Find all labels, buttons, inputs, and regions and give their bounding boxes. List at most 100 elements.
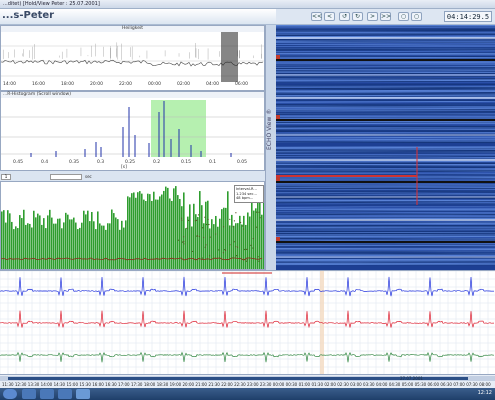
timeline-date-marker: 27.07.2001 [400, 376, 423, 381]
heart-rate-dot [209, 236, 211, 238]
timeline-tick-label: 14:00 [40, 382, 53, 387]
ecg-panel[interactable] [0, 270, 495, 375]
heart-rate-dot [236, 255, 238, 257]
ecg-trace [0, 351, 495, 363]
time-display: 04:14:29.5 [444, 11, 492, 22]
taskbar-app-icon-4[interactable] [76, 389, 90, 399]
title-bar: ...ditet) [Hold/View Peter : 25.07.2001] [0, 0, 495, 9]
heart-rate-bar [249, 216, 251, 269]
trend-tick-label: 16:00 [32, 82, 45, 87]
heart-rate-bar [25, 224, 27, 269]
heart-rate-dot [208, 223, 210, 226]
heart-rate-bar [65, 212, 67, 269]
ecg-trace [0, 276, 495, 297]
taskbar-app-icon-3[interactable] [58, 389, 72, 399]
timeline-tick-label: 16:30 [105, 382, 117, 387]
heart-rate-bar [199, 191, 201, 269]
start-button-icon[interactable] [3, 389, 17, 399]
scale-dropdown[interactable]: 1 [1, 174, 11, 180]
heart-rate-bar [37, 213, 39, 269]
heart-rate-bar [245, 224, 247, 269]
echo-red-band [276, 175, 417, 177]
taskbar-app-icon-2[interactable] [40, 389, 54, 399]
interval-entry[interactable] [50, 174, 82, 180]
histogram-x-axis: 0.45 0.4 0.35 0.3 0.25 0.2 0.15 0.1 0.05 [3, 160, 265, 166]
trend-tick-label: 04:00 [206, 82, 219, 87]
timeline-tick-label: 15:00 [66, 382, 78, 387]
heart-rate-bar [79, 227, 81, 269]
timeline-tick-label: 19:00 [169, 382, 182, 387]
timeline-tick-label: 03:00 [350, 382, 362, 387]
timeline-tick-label: 05:00 [401, 382, 414, 387]
heart-rate-dot [233, 220, 236, 222]
heart-rate-dot [188, 219, 190, 221]
timeline-tick-label: 23:00 [247, 382, 259, 387]
heart-rate-bar [73, 217, 75, 269]
previous-button[interactable]: < [324, 12, 335, 21]
heart-rate-bar [125, 220, 127, 269]
timeline-tick-label: 21:30 [208, 382, 220, 387]
rotate-right-button[interactable]: ↻ [352, 12, 363, 21]
heart-rate-bar [133, 192, 135, 269]
heart-rate-dot [224, 248, 226, 251]
heart-rate-dot [198, 235, 201, 238]
heart-rate-bar [219, 218, 221, 269]
trend-tick-label: 02:00 [177, 82, 190, 87]
trend-tick-label: 00:00 [148, 82, 161, 87]
ecg-channel-1 [0, 276, 495, 297]
trend-tick-label: 20:00 [90, 82, 103, 87]
heart-rate-bar [109, 223, 111, 269]
heart-rate-bar [53, 223, 55, 269]
heart-rate-info-box: Interval-R... 1.234 sec... 48 bpm... [234, 185, 264, 203]
stop-button[interactable]: ○ [411, 12, 422, 21]
taskbar-app-icon-1[interactable] [22, 389, 36, 399]
histogram-panel[interactable]: ...R-Histogram (Scroll window) 0.45 0.4 0.… [0, 91, 265, 171]
next-button[interactable]: > [367, 12, 378, 21]
trend-panel[interactable]: Heiligkeit 14:00 16:00 18:00 20:00 22:00 00:0… [0, 25, 265, 91]
heart-rate-bar [243, 215, 245, 269]
last-button[interactable]: >> [380, 12, 391, 21]
heart-rate-dot [232, 226, 234, 228]
timeline-tick-label: 23:30 [259, 382, 272, 387]
heart-rate-bar [253, 210, 255, 269]
heart-rate-bar [71, 219, 73, 269]
heart-rate-bar [159, 196, 161, 269]
heart-rate-bar [171, 200, 173, 269]
rotate-left-button[interactable]: ↺ [339, 12, 350, 21]
heart-rate-dot [183, 243, 185, 245]
trend-plot [1, 32, 264, 82]
heart-rate-dot [204, 216, 206, 218]
timeline-bar[interactable]: 11:30 12:30 13:30 14:00 14:30 15:00 15:30 16:00… [0, 374, 495, 388]
heart-rate-bar [241, 224, 243, 269]
first-button[interactable]: << [311, 12, 322, 21]
heart-rate-bar [139, 191, 141, 269]
timeline-tick-label: 08:00 [479, 382, 491, 387]
echo-view-panel[interactable] [276, 25, 495, 270]
heart-rate-bar [51, 217, 53, 269]
heart-rate-bar [101, 225, 103, 269]
heart-rate-bar [75, 222, 77, 269]
heart-rate-bar [95, 229, 97, 269]
patient-name: ...s-Peter [2, 10, 55, 21]
heart-rate-bar [17, 228, 19, 269]
heart-rate-dot [246, 248, 248, 250]
heart-rate-bar [57, 218, 59, 269]
timeline-tick-label: 16:00 [92, 382, 104, 387]
heart-rate-dot [252, 237, 254, 240]
timeline-tick-label: 17:30 [130, 382, 143, 387]
heart-rate-dot [183, 236, 185, 238]
heart-rate-dot [204, 246, 206, 248]
heart-rate-bar [211, 219, 213, 269]
heart-rate-bar [67, 214, 69, 269]
heart-rate-bar [115, 217, 117, 269]
heart-rate-dot [250, 244, 252, 246]
heart-rate-bar [27, 223, 29, 269]
heart-rate-bar [81, 222, 83, 269]
histogram-plot [1, 100, 264, 157]
heart-rate-bar [189, 204, 191, 269]
heart-rate-panel[interactable] [0, 181, 265, 270]
heart-rate-bar [217, 226, 219, 269]
heart-rate-bar [21, 218, 23, 269]
heart-rate-dot [257, 256, 259, 258]
record-button[interactable]: ○ [398, 12, 409, 21]
